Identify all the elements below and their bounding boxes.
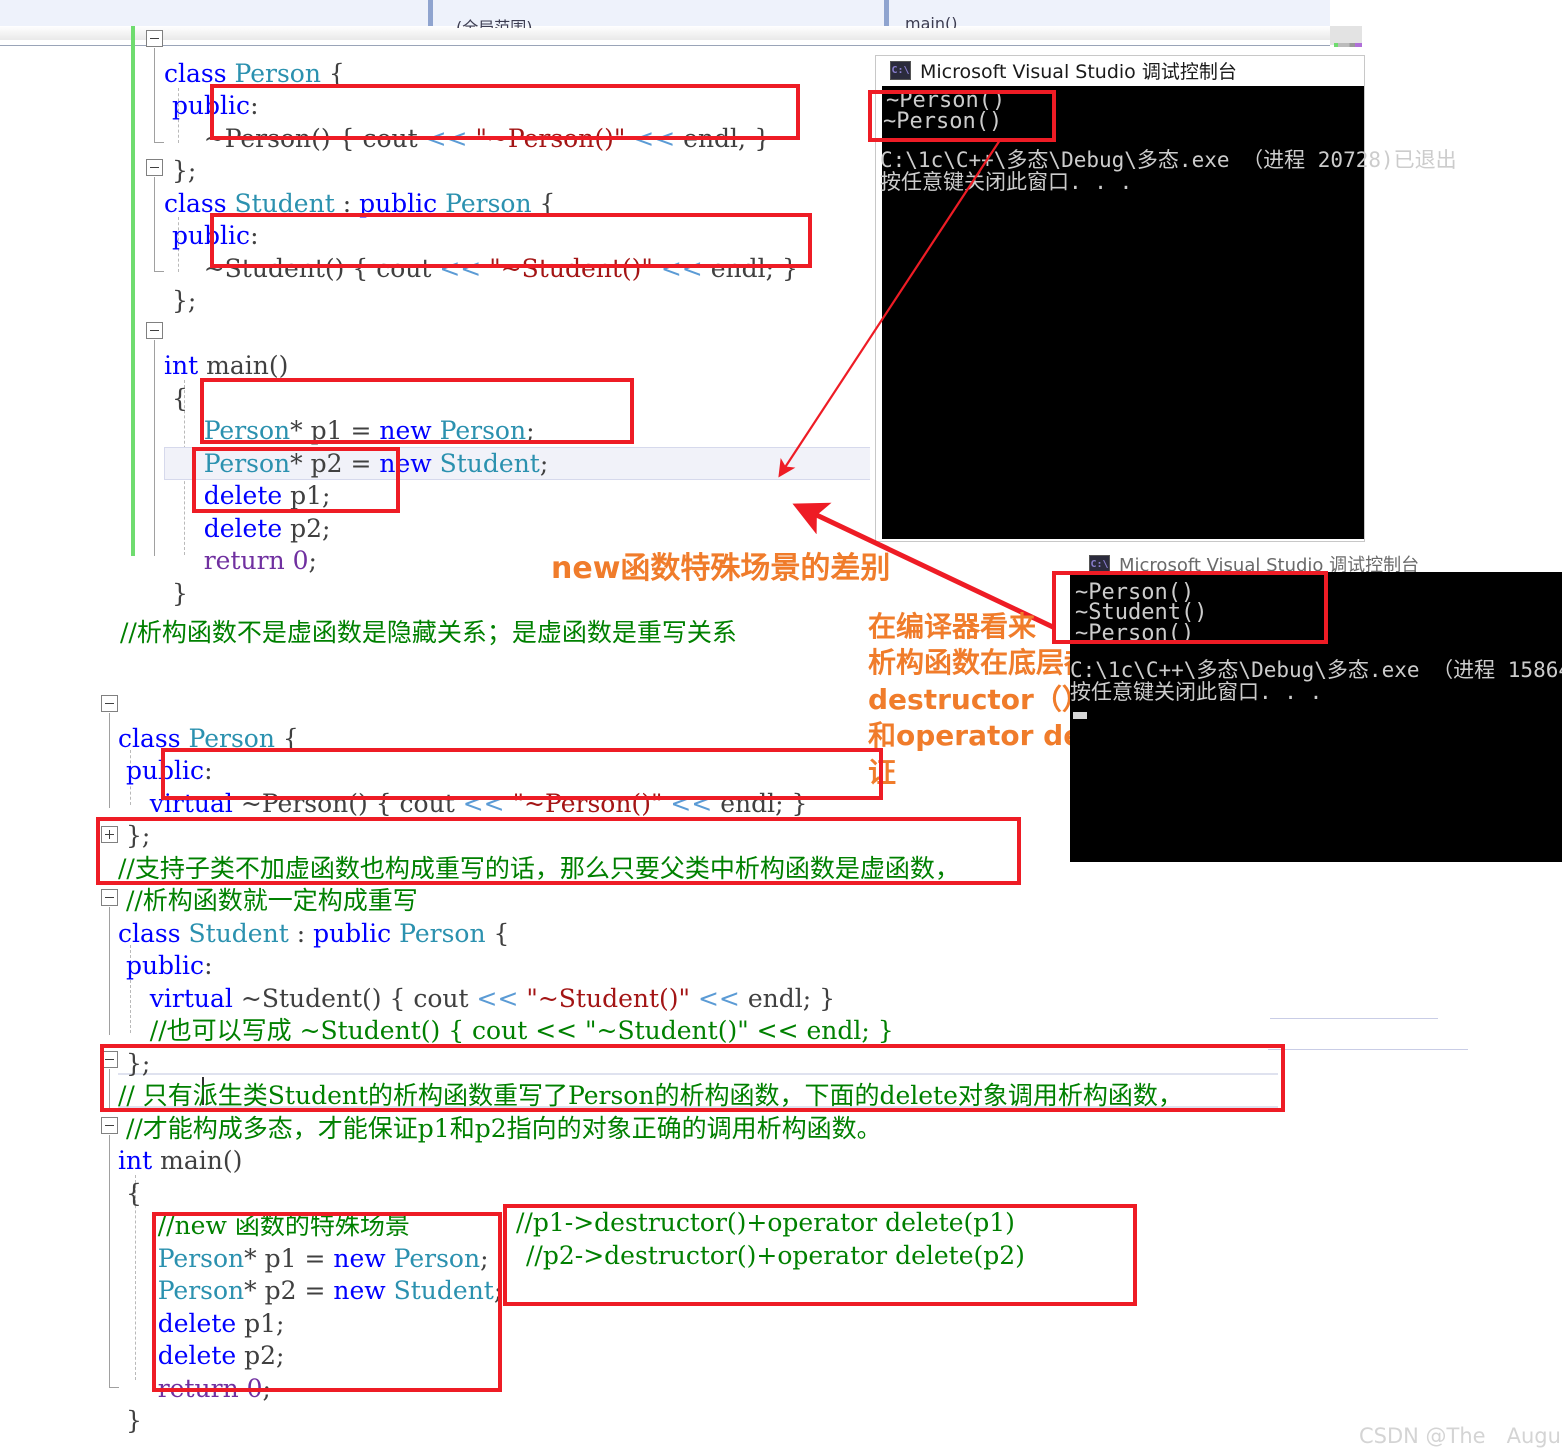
fold-guide-student: [154, 177, 155, 272]
console-1-output-line-2: ~Person(): [883, 109, 1003, 134]
fold-guide-student-2: [109, 907, 110, 1035]
fold-toggle-student-class-2[interactable]: [101, 889, 118, 906]
fold-guide-main-2: [109, 1135, 110, 1388]
fold-toggle-student-class[interactable]: [146, 159, 163, 176]
change-bar-block1: [131, 26, 135, 556]
side-comment-p1[interactable]: //p1->destructor()+operator delete(p1): [516, 1207, 1015, 1240]
fold-guide-person-end: [154, 142, 164, 143]
fold-guide-student-end: [154, 271, 164, 272]
fold-toggle-main[interactable]: [146, 322, 163, 339]
visual-studio-icon-2: C:\: [1089, 554, 1110, 574]
fold-guide-main: [154, 340, 155, 556]
fold-guide-person: [154, 48, 155, 143]
block2-header-comment[interactable]: //析构函数不是虚函数是隐藏关系；是虚函数是重写关系: [120, 617, 737, 650]
annotation-new-diff: new函数特殊场景的差别: [551, 551, 891, 586]
side-comment-p2[interactable]: //p2->destructor()+operator delete(p2): [526, 1240, 1025, 1273]
tab-separator-left: [428, 0, 433, 26]
fold-toggle-comment-block-2[interactable]: [101, 1051, 118, 1068]
fold-toggle-comment-block-1[interactable]: [101, 826, 118, 843]
fold-toggle-person-class-2[interactable]: [101, 695, 118, 712]
visual-studio-icon: C:\: [890, 60, 911, 80]
fold-guide-comment-2: [109, 1069, 110, 1111]
annotation-compiler-line-1: 在编译器看来: [868, 610, 1037, 643]
console-2-output-line-3: ~Person(): [1075, 621, 1195, 646]
console-1-titlebar[interactable]: C:\ Microsoft Visual Studio 调试控制台: [876, 56, 1364, 84]
code-block-2[interactable]: class Person { public: virtual ~Person()…: [118, 690, 1183, 1438]
function-dropdown-label[interactable]: main(): [905, 14, 1085, 28]
csdn-watermark: CSDN @The August: [1359, 1424, 1562, 1448]
console-1-title-text: Microsoft Visual Studio 调试控制台: [920, 60, 1237, 83]
fold-guide-person-2: [109, 713, 110, 808]
fold-toggle-main-2[interactable]: [101, 1117, 118, 1134]
fold-toggle-person-class[interactable]: [146, 30, 163, 47]
block2-line-separator-1: [1270, 1018, 1438, 1019]
console-1-exit-line-2: 按任意键关闭此窗口. . .: [880, 170, 1133, 194]
tab-separator-right: [884, 0, 889, 26]
minimap-strip: [1334, 43, 1362, 47]
code-block-1[interactable]: class Person { public: ~Person() { cout …: [164, 25, 798, 610]
block2-line-separator-2: [1268, 1049, 1468, 1050]
